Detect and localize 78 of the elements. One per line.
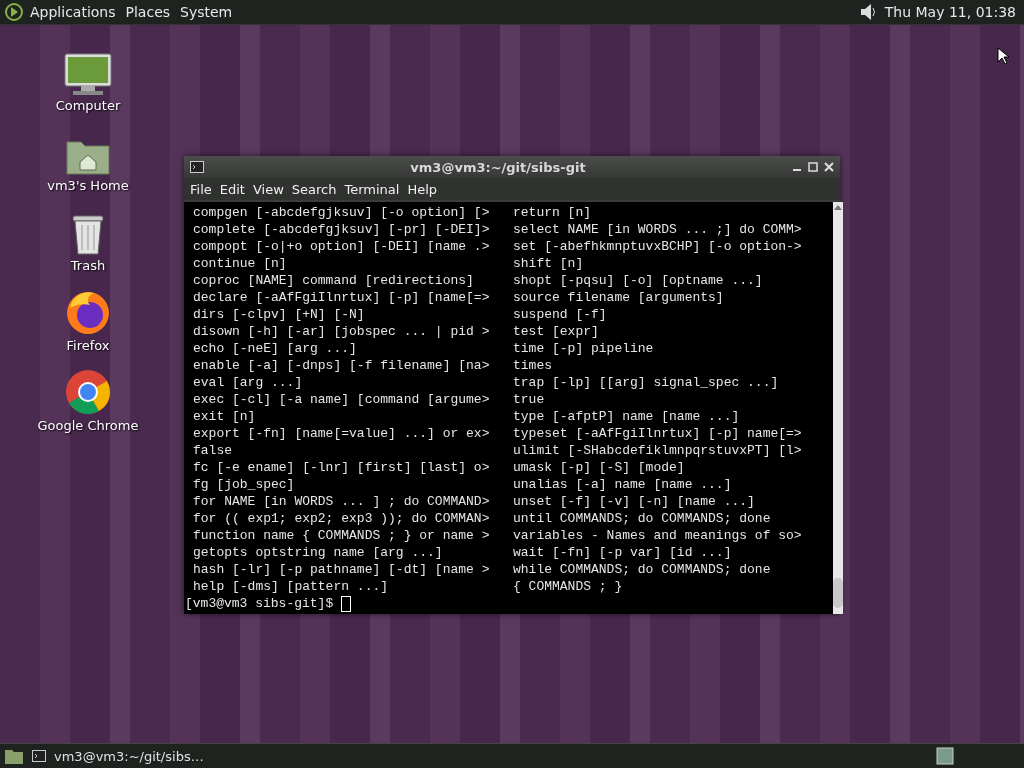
terminal-line: dirs [-clpv] [+N] [-N] (193, 306, 366, 323)
terminal-line: continue [n] (193, 255, 288, 272)
terminal-line: shopt [-pqsu] [-o] [optname ...] (513, 272, 764, 289)
terminal-line: getopts optstring name [arg ...] (193, 544, 444, 561)
scrollbar-thumb[interactable] (833, 578, 843, 608)
terminal-line: exec [-cl] [-a name] [command [argume> (193, 391, 491, 408)
desktop-icon-label[interactable]: Trash (70, 258, 106, 273)
terminal-line: exit [n] (193, 408, 257, 425)
panel-menu[interactable]: System (176, 2, 237, 22)
panel-menu[interactable]: Places (121, 2, 175, 22)
pointer-icon (997, 47, 1009, 65)
terminal-line: fc [-e ename] [-lnr] [first] [last] o> (193, 459, 491, 476)
terminal-line: { COMMANDS ; } (513, 578, 624, 595)
terminal-line: ulimit [-SHabcdefiklmnpqrstuvxPT] [l> (513, 442, 803, 459)
taskbar-button[interactable]: vm3@vm3:~/git/sibs… (26, 745, 210, 767)
terminal-line: select NAME [in WORDS ... ;] do COMM> (513, 221, 803, 238)
terminal-line: export [-fn] [name[=value] ...] or ex> (193, 425, 491, 442)
computer-icon[interactable] (63, 52, 113, 96)
terminal-line: source filename [arguments] (513, 289, 725, 306)
terminal-line: unset [-f] [-v] [-n] [name ...] (513, 493, 756, 510)
terminal-line: wait [-fn] [-p var] [id ...] (513, 544, 733, 561)
terminal-line: eval [arg ...] (193, 374, 304, 391)
terminal-line: false (193, 442, 233, 459)
menu-item[interactable]: Terminal (340, 181, 404, 197)
terminal-line: time [-p] pipeline (513, 340, 655, 357)
terminal-line: function name { COMMANDS ; } or name > (193, 527, 491, 544)
clock[interactable]: Thu May 11, 01:38 (880, 2, 1020, 22)
desktop-icon-label[interactable]: Google Chrome (37, 418, 139, 433)
scroll-up-icon[interactable] (834, 204, 842, 210)
desktop-icon-label[interactable]: Computer (55, 98, 121, 113)
menu-item[interactable]: Edit (215, 181, 249, 197)
window-title: vm3@vm3:~/git/sibs-git (409, 159, 587, 175)
terminal-line: suspend [-f] (513, 306, 608, 323)
terminal-line: while COMMANDS; do COMMANDS; done (513, 561, 772, 578)
terminal-line: typeset [-aAfFgiIlnrtux] [-p] name[=> (513, 425, 803, 442)
terminal-icon (190, 161, 204, 173)
terminal-line: help [-dms] [pattern ...] (193, 578, 390, 595)
show-desktop-icon[interactable] (4, 747, 24, 765)
text-cursor (341, 595, 352, 612)
menu-item[interactable]: File (186, 181, 216, 197)
terminal-line: enable [-a] [-dnps] [-f filename] [na> (193, 357, 491, 374)
terminal-line: fg [job_spec] (193, 476, 296, 493)
terminal-icon (32, 750, 46, 762)
chrome-icon[interactable] (64, 368, 112, 416)
terminal-line: umask [-p] [-S] [mode] (513, 459, 686, 476)
menu-item[interactable]: Help (403, 181, 442, 197)
terminal-line: return [n] (513, 204, 592, 221)
terminal-line: for NAME [in WORDS ... ] ; do COMMAND> (193, 493, 491, 510)
terminal-line: true (513, 391, 546, 408)
terminal-line: for (( exp1; exp2; exp3 )); do COMMAN> (193, 510, 491, 527)
maximize-icon[interactable] (808, 162, 818, 172)
shell-prompt: [vm3@vm3 sibs-git]$ (185, 595, 335, 612)
terminal-line: declare [-aAfFgiIlnrtux] [-p] [name[=> (193, 289, 491, 306)
terminal-line: echo [-neE] [arg ...] (193, 340, 358, 357)
terminal-line: test [expr] (513, 323, 600, 340)
scrollbar[interactable] (833, 202, 843, 614)
terminal-line: compopt [-o|+o option] [-DEI] [name .> (193, 238, 491, 255)
terminal-line: shift [n] (513, 255, 585, 272)
terminal-line: set [-abefhkmnptuvxBCHP] [-o option-> (513, 238, 803, 255)
terminal-line: trap [-lp] [[arg] signal_spec ...] (513, 374, 780, 391)
panel-menu[interactable]: Applications (26, 2, 120, 22)
terminal-line: coproc [NAME] command [redirections] (193, 272, 475, 289)
desktop-icon-label[interactable]: vm3's Home (47, 178, 129, 193)
trash-icon[interactable] (70, 212, 106, 256)
menu-item[interactable]: Search (287, 181, 341, 197)
terminal-line: variables - Names and meanings of so> (513, 527, 803, 544)
terminal-line: until COMMANDS; do COMMANDS; done (513, 510, 772, 527)
terminal-line: compgen [-abcdefgjksuv] [-o option] [> (193, 204, 491, 221)
terminal-line: complete [-abcdefgjksuv] [-pr] [-DEI]> (193, 221, 491, 238)
close-icon[interactable] (824, 162, 834, 172)
desktop-icon-label[interactable]: Firefox (66, 338, 110, 353)
terminal-line: times (513, 357, 553, 374)
terminal-line: type [-afptP] name [name ...] (513, 408, 741, 425)
terminal-line: unalias [-a] name [name ...] (513, 476, 733, 493)
menu-item[interactable]: View (248, 181, 288, 197)
terminal-line: disown [-h] [-ar] [jobspec ... | pid > (193, 323, 491, 340)
logo-icon[interactable] (4, 2, 24, 22)
terminal-line: hash [-lr] [-p pathname] [-dt] [name > (193, 561, 491, 578)
